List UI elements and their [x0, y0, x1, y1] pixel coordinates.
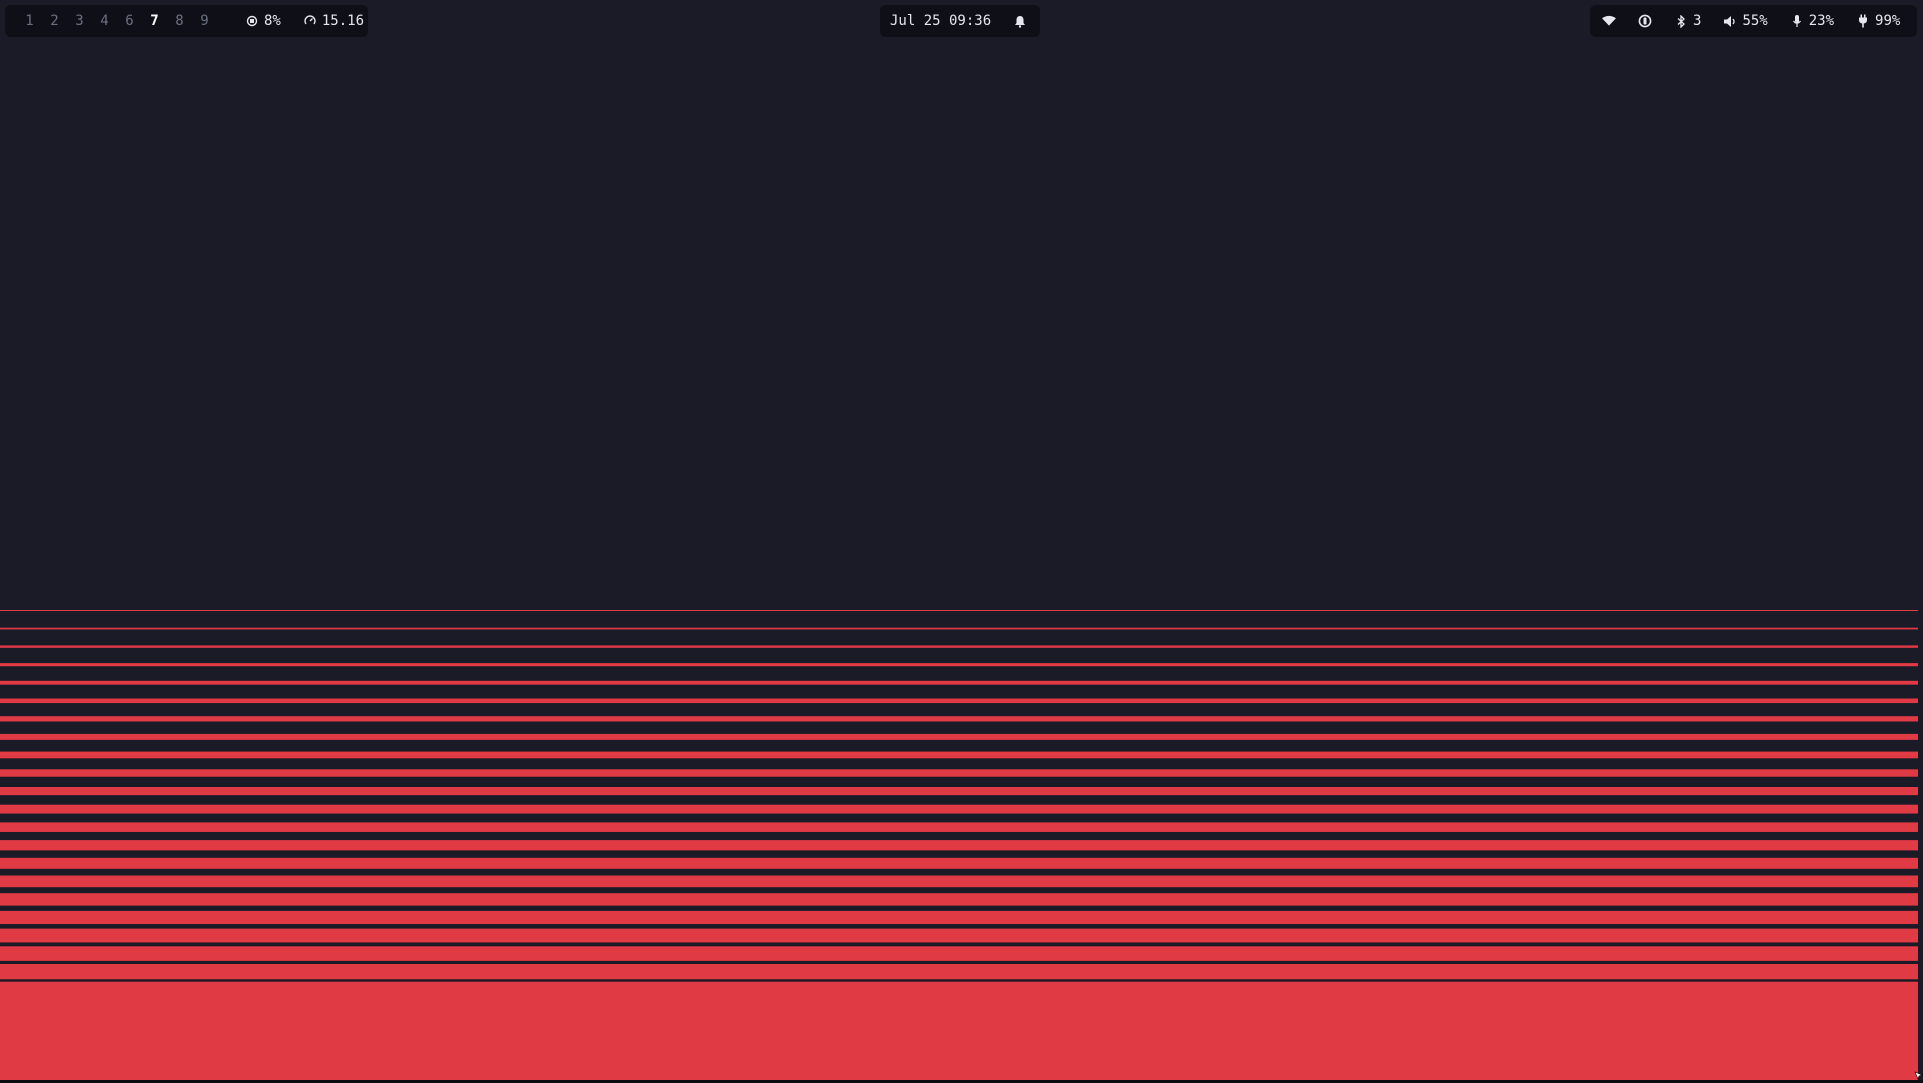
volume-value: 55%: [1742, 13, 1768, 29]
wallpaper-stripe: [0, 627, 1920, 630]
bell-icon[interactable]: [1013, 14, 1027, 28]
wallpaper-stripe: [0, 804, 1920, 814]
cpu-usage[interactable]: 8%: [245, 13, 281, 29]
bluetooth-count: 3: [1693, 13, 1702, 29]
volume-icon: [1723, 14, 1737, 28]
system-load[interactable]: 15.16: [303, 13, 364, 29]
wallpaper-stripe: [0, 733, 1920, 740]
clock-datetime[interactable]: Jul 25 09:36: [890, 13, 991, 29]
wallpaper-stripe: [0, 787, 1920, 796]
cpu-icon: [245, 14, 259, 28]
wallpaper-stripe: [0, 946, 1920, 961]
battery-value: 99%: [1875, 13, 1901, 29]
battery-status[interactable]: 99%: [1856, 13, 1900, 29]
wifi-icon[interactable]: [1602, 14, 1616, 28]
wallpaper-stripe: [0, 964, 1920, 980]
wallpaper-solid-band: [0, 992, 1920, 1080]
workspace-bar-left: 1 2 3 4 6 7 8 9 8% 15.16: [5, 5, 368, 37]
window-edge: [1918, 600, 1923, 1080]
microphone-icon: [1790, 14, 1804, 28]
status-tray: 3 55% 23% 99%: [1590, 5, 1917, 37]
power-profile-icon[interactable]: [1638, 14, 1652, 28]
wallpaper-stripe: [0, 840, 1920, 851]
wallpaper-stripe: [0, 716, 1920, 722]
wallpaper-stripe: [0, 663, 1920, 667]
wallpaper-stripe: [0, 610, 1920, 611]
wallpaper-stripe: [0, 751, 1920, 759]
microphone-status[interactable]: 23%: [1790, 13, 1834, 29]
plug-icon: [1856, 14, 1870, 28]
workspace-button-3[interactable]: 3: [67, 13, 92, 29]
cpu-usage-value: 8%: [264, 13, 281, 29]
wallpaper-stripe: [0, 857, 1920, 869]
workspace-button-4[interactable]: 4: [92, 13, 117, 29]
wallpaper-stripe: [0, 698, 1920, 704]
workspace-button-9[interactable]: 9: [192, 13, 217, 29]
mouse-cursor-icon: [1914, 1071, 1923, 1080]
bluetooth-icon: [1674, 14, 1688, 28]
microphone-value: 23%: [1808, 13, 1835, 29]
bluetooth-status[interactable]: 3: [1674, 13, 1701, 29]
wallpaper-stripe: [0, 822, 1920, 832]
system-load-value: 15.16: [321, 13, 365, 29]
wallpaper-stripe: [0, 680, 1920, 685]
clock-module: Jul 25 09:36: [880, 5, 1040, 37]
wallpaper-stripe: [0, 928, 1920, 943]
wallpaper-stripe: [0, 875, 1920, 888]
workspace-button-2[interactable]: 2: [42, 13, 67, 29]
volume-status[interactable]: 55%: [1723, 13, 1768, 29]
gauge-icon: [303, 14, 317, 28]
wallpaper-stripe: [0, 769, 1920, 777]
wallpaper-stripes: [0, 610, 1920, 1080]
workspace-button-7[interactable]: 7: [142, 13, 167, 29]
wallpaper-stripe: [0, 910, 1920, 925]
wallpaper-stripe: [0, 645, 1920, 648]
workspace-button-6[interactable]: 6: [117, 13, 142, 29]
workspace-button-8[interactable]: 8: [167, 13, 192, 29]
wallpaper-stripe: [0, 893, 1920, 906]
workspace-button-1[interactable]: 1: [17, 13, 42, 29]
